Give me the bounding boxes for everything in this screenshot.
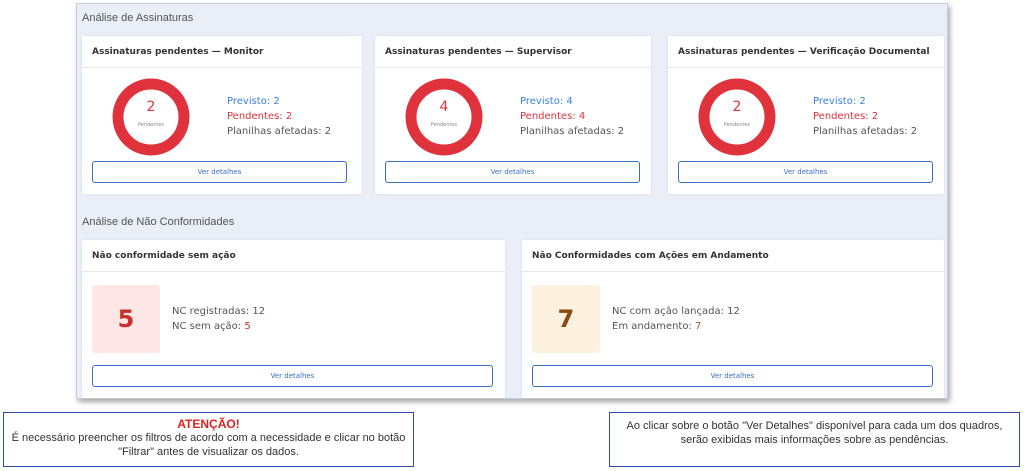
dashboard-panel: Análise de Assinaturas Assinaturas pende… [76, 3, 948, 399]
signature-stats: Previsto: 2 Pendentes: 2 Planilhas afeta… [227, 94, 331, 139]
stat-planilhas: Planilhas afetadas: 2 [813, 126, 918, 137]
attention-title: ATENÇÃO! [177, 417, 240, 431]
nc-stats: NC registradas: 12 NC sem ação: 5 [172, 304, 265, 334]
nc-sem-acao: NC sem ação: 5 [172, 319, 265, 334]
details-text: Ao clicar sobre o botão "Ver Detalhes" d… [626, 420, 1003, 446]
nc-em-andamento-value: 7 [695, 321, 702, 332]
ver-detalhes-button[interactable]: Ver detalhes [92, 365, 493, 387]
nc-count-box: 5 [92, 285, 160, 353]
donut-label: Pendentes [137, 122, 165, 128]
ver-detalhes-button[interactable]: Ver detalhes [678, 161, 933, 183]
signature-stats: Previsto: 2 Pendentes: 2 Planilhas afeta… [813, 94, 917, 139]
stat-pendentes: Pendentes: 2 [813, 111, 879, 122]
donut-label: Pendentes [430, 122, 458, 128]
donut-value: 2 [146, 99, 156, 115]
attention-note: ATENÇÃO! É necessário preencher os filtr… [3, 412, 414, 467]
stat-pendentes: Pendentes: 2 [227, 111, 293, 122]
card-title: Não Conformidades com Ações em Andamento [522, 240, 944, 272]
signatures-section-title: Análise de Assinaturas [82, 12, 194, 24]
stat-planilhas: Planilhas afetadas: 2 [520, 126, 625, 137]
nc-registradas: NC registradas: 12 [172, 306, 266, 317]
nc-em-andamento-label: Em andamento: [612, 321, 695, 332]
card-title: Assinaturas pendentes — Supervisor [375, 36, 651, 68]
stat-planilhas: Planilhas afetadas: 2 [227, 126, 332, 137]
donut-label: Pendentes [723, 122, 751, 128]
nc-acao-lancada: NC com ação lançada: 12 [612, 306, 740, 317]
ver-detalhes-button[interactable]: Ver detalhes [92, 161, 347, 183]
nc-sem-acao-value: 5 [244, 321, 251, 332]
nc-card-em-andamento: Não Conformidades com Ações em Andamento… [522, 240, 944, 398]
stat-previsto: Previsto: 2 [227, 96, 280, 107]
pending-donut-chart: 4 Pendentes [405, 78, 483, 156]
card-title: Assinaturas pendentes — Verificação Docu… [668, 36, 944, 68]
signature-card-monitor: Assinaturas pendentes — Monitor 2 Penden… [82, 36, 362, 194]
nc-stats: NC com ação lançada: 12 Em andamento: 7 [612, 304, 740, 334]
donut-value: 4 [439, 99, 449, 115]
card-title: Não conformidade sem ação [82, 240, 505, 272]
ver-detalhes-button[interactable]: Ver detalhes [532, 365, 933, 387]
nc-count-box: 7 [532, 285, 600, 353]
nc-em-andamento: Em andamento: 7 [612, 319, 740, 334]
donut-value: 2 [732, 99, 742, 115]
signature-card-verificacao: Assinaturas pendentes — Verificação Docu… [668, 36, 944, 194]
nonconformities-section-title: Análise de Não Conformidades [82, 216, 235, 228]
nc-card-sem-acao: Não conformidade sem ação 5 NC registrad… [82, 240, 505, 398]
nc-sem-acao-label: NC sem ação: [172, 321, 245, 332]
stat-previsto: Previsto: 2 [813, 96, 866, 107]
stat-previsto: Previsto: 4 [520, 96, 573, 107]
ver-detalhes-button[interactable]: Ver detalhes [385, 161, 640, 183]
card-title: Assinaturas pendentes — Monitor [82, 36, 362, 68]
pending-donut-chart: 2 Pendentes [698, 78, 776, 156]
stat-pendentes: Pendentes: 4 [520, 111, 586, 122]
details-note: Ao clicar sobre o botão "Ver Detalhes" d… [609, 412, 1020, 467]
pending-donut-chart: 2 Pendentes [112, 78, 190, 156]
attention-text: É necessário preencher os filtros de aco… [11, 432, 406, 458]
signature-stats: Previsto: 4 Pendentes: 4 Planilhas afeta… [520, 94, 624, 139]
signature-card-supervisor: Assinaturas pendentes — Supervisor 4 Pen… [375, 36, 651, 194]
